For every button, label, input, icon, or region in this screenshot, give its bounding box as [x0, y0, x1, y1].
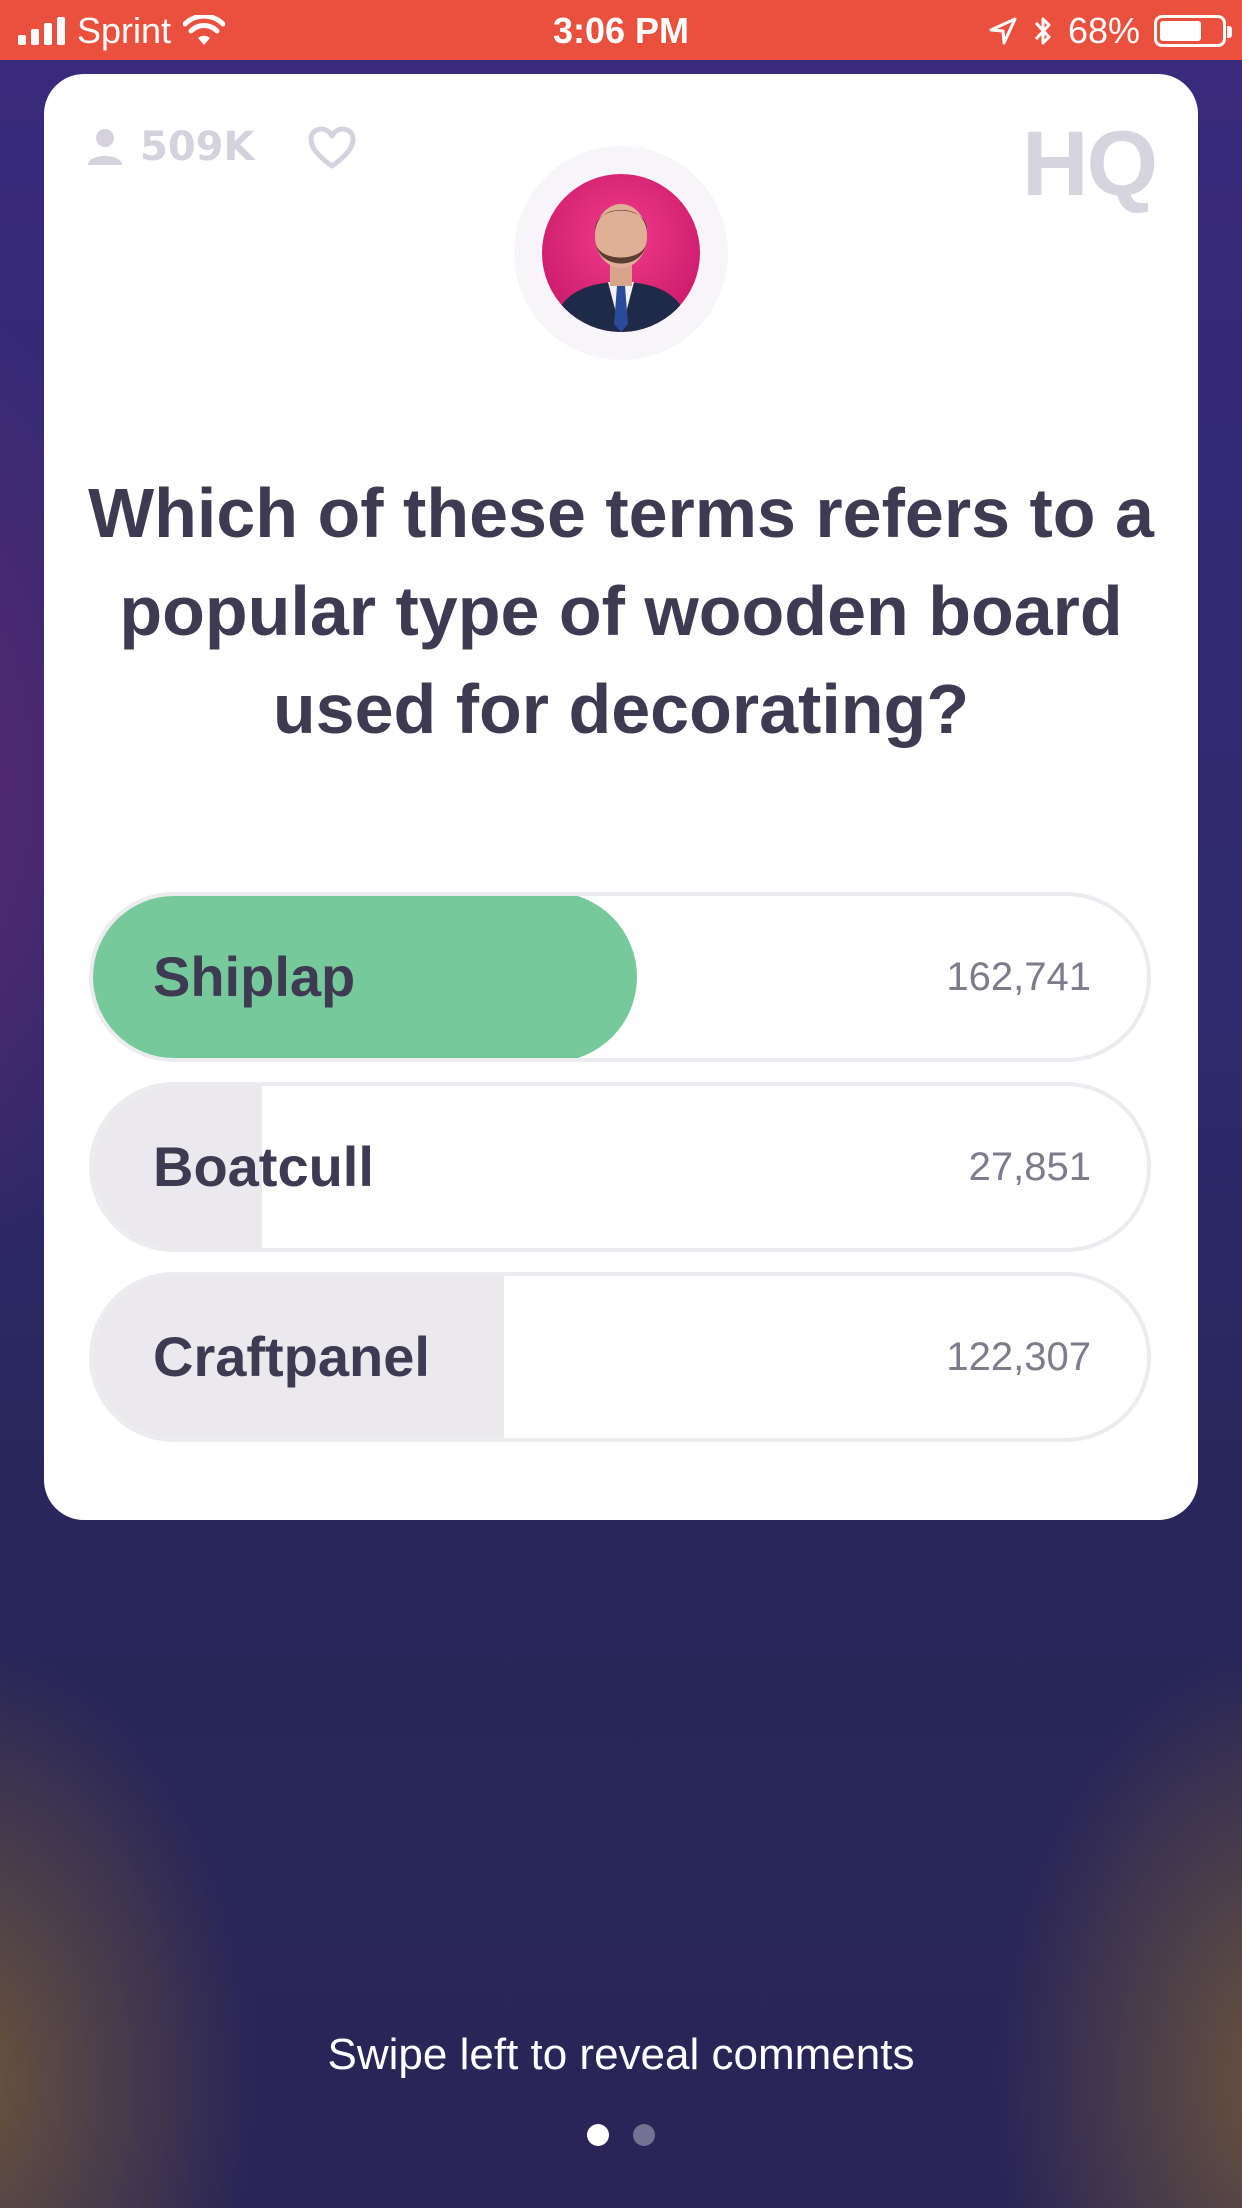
- status-bar: Sprint 3:06 PM 68%: [0, 0, 1242, 60]
- page-dot[interactable]: [587, 2124, 609, 2146]
- answer-option-boatcull[interactable]: Boatcull 27,851: [89, 1082, 1151, 1252]
- answer-option-shiplap[interactable]: Shiplap 162,741: [89, 892, 1151, 1062]
- answer-label: Craftpanel: [153, 1325, 430, 1388]
- answer-count: 122,307: [946, 1335, 1091, 1379]
- status-right: 68%: [988, 10, 1232, 52]
- battery-icon: [1154, 15, 1232, 47]
- answer-count: 27,851: [968, 1145, 1091, 1189]
- answer-label: Shiplap: [153, 945, 356, 1008]
- answer-count: 162,741: [946, 955, 1091, 999]
- question-card: 509K HQ Which of these terms refers to a…: [44, 74, 1198, 1520]
- answer-label: Boatcull: [153, 1135, 374, 1198]
- battery-percent: 68%: [1067, 10, 1140, 51]
- location-icon: [989, 17, 1017, 45]
- host-avatar: [542, 174, 700, 332]
- heart-icon[interactable]: [308, 126, 356, 170]
- page-indicator[interactable]: [0, 2124, 1242, 2146]
- page-dot[interactable]: [633, 2124, 655, 2146]
- bluetooth-icon: [1034, 17, 1051, 45]
- person-icon: [88, 129, 122, 165]
- swipe-hint: Swipe left to reveal comments: [327, 2030, 915, 2079]
- question-text: Which of these terms refers to a popular…: [88, 474, 1154, 748]
- host-figure: [552, 204, 690, 332]
- viewer-count: 509K: [86, 124, 255, 170]
- host-avatar-ring: [514, 146, 728, 360]
- hq-logo: HQ: [1022, 113, 1158, 215]
- viewer-count-label: 509K: [140, 124, 255, 170]
- battery-level: [1160, 21, 1201, 41]
- answer-option-craftpanel[interactable]: Craftpanel 122,307: [89, 1272, 1151, 1442]
